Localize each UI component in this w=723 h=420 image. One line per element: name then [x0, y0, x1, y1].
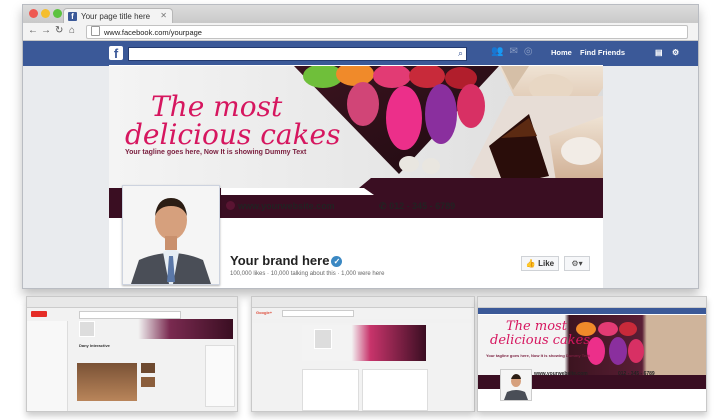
page-icon — [91, 26, 100, 36]
thumb3-website: www.yourwebsite.com — [534, 371, 588, 377]
thumb3-person-icon — [504, 374, 528, 400]
google-avatar — [314, 329, 332, 349]
close-window-button[interactable] — [29, 9, 38, 18]
tab-title: Your page title here — [81, 12, 151, 21]
profile-picture[interactable] — [122, 185, 220, 285]
address-text: www.facebook.com/yourpage — [104, 28, 202, 37]
youtube-channel-name: Dany Interactive — [79, 343, 110, 348]
brand-name[interactable]: Your brand here ✓ — [230, 253, 343, 268]
facebook-logo-icon[interactable]: f — [109, 46, 123, 61]
facebook-search-input[interactable]: ⌕ — [128, 47, 467, 61]
address-bar[interactable]: www.facebook.com/yourpage — [86, 25, 688, 39]
home-icon[interactable]: ⌂ — [69, 25, 75, 36]
google-post-box[interactable] — [302, 369, 359, 411]
cover-headline-line2: delicious cakes — [125, 118, 341, 151]
timeline-zoom-thumbnail[interactable]: The most delicious cakes Your tagline go… — [477, 296, 707, 412]
thumb3-avatar — [500, 369, 532, 401]
thumb3-tagline: Your tagline goes here, Now It is showin… — [486, 353, 590, 358]
facebook-favicon-icon: f — [68, 12, 77, 21]
brand-name-text: Your brand here — [230, 253, 330, 268]
page-options-button[interactable]: ⚙▾ — [564, 256, 590, 271]
maximize-window-button[interactable] — [53, 9, 62, 18]
thumb3-headline-line1: The most — [506, 319, 567, 334]
thumb3-phone: 012 - 345 - 6789 — [618, 371, 655, 377]
like-button[interactable]: 👍 Like — [521, 256, 559, 271]
youtube-logo-icon — [31, 311, 47, 317]
thumb3-fb-header — [478, 308, 706, 314]
google-people-box — [362, 369, 428, 411]
page-stats: 100,000 likes · 10,000 talking about thi… — [230, 271, 385, 277]
minimize-window-button[interactable] — [41, 9, 50, 18]
youtube-sidebar — [27, 321, 68, 411]
youtube-right-panel — [205, 345, 235, 407]
cover-website: www.yourwebsite.com — [226, 201, 335, 211]
thumb3-toolbar — [478, 297, 706, 308]
like-label: Like — [538, 259, 555, 268]
thumbs-up-icon: 👍 — [525, 259, 536, 268]
youtube-banner — [75, 319, 233, 339]
youtube-avatar — [79, 321, 95, 337]
youtube-preview-thumbnail[interactable]: Dany Interactive — [26, 296, 238, 412]
globe-icon — [226, 201, 235, 210]
nav-home-link[interactable]: Home — [551, 48, 572, 57]
forward-arrow-icon[interactable]: → — [41, 25, 51, 36]
notifications-globe-icon[interactable]: ◎ — [524, 46, 533, 57]
friend-requests-icon[interactable]: 👥 — [491, 46, 503, 57]
phone-icon: ✆ — [379, 201, 387, 211]
browser-window: f Your page title here ✕ ← → ↻ ⌂ www.fac… — [22, 4, 699, 289]
browser-tab[interactable]: f Your page title here ✕ — [63, 8, 173, 24]
back-arrow-icon[interactable]: ← — [28, 25, 38, 36]
youtube-search-input[interactable] — [79, 311, 181, 319]
cover-website-text: www.yourwebsite.com — [238, 201, 335, 211]
browser-toolbar: ← → ↻ ⌂ www.facebook.com/yourpage — [23, 23, 698, 41]
youtube-side-thumb-1[interactable] — [141, 363, 155, 373]
person-avatar-icon — [123, 186, 219, 284]
thumb2-toolbar — [252, 297, 474, 308]
google-search-input[interactable] — [282, 310, 354, 317]
thumb3-headline-line2: delicious cakes — [490, 333, 591, 348]
youtube-video-thumbnail[interactable] — [77, 363, 137, 401]
notification-icons: 👥 ✉ ◎ — [491, 46, 539, 57]
facebook-header: f ⌕ 👥 ✉ ◎ Home Find Friends ▤ ⚙ — [23, 41, 698, 66]
nav-find-friends-link[interactable]: Find Friends — [580, 48, 625, 57]
cover-tagline: Your tagline goes here, Now It is showin… — [125, 149, 307, 156]
thumb1-toolbar — [27, 297, 237, 308]
privacy-shortcuts-icon[interactable]: ▤ — [655, 48, 663, 57]
verified-badge-icon: ✓ — [331, 256, 343, 267]
cover-phone-text: 012 - 345 - 6789 — [389, 201, 456, 211]
reload-icon[interactable]: ↻ — [55, 25, 63, 36]
messages-icon[interactable]: ✉ — [509, 46, 517, 57]
search-icon[interactable]: ⌕ — [458, 48, 463, 59]
youtube-side-thumb-2[interactable] — [141, 377, 155, 387]
title-bar: f Your page title here ✕ — [23, 5, 698, 24]
cover-phone: ✆ 012 - 345 - 6789 — [379, 201, 455, 212]
google-plus-preview-thumbnail[interactable]: Google+ — [251, 296, 475, 412]
close-tab-icon[interactable]: ✕ — [160, 11, 167, 20]
settings-gear-icon[interactable]: ⚙ — [672, 48, 679, 57]
google-nav-strip — [252, 319, 474, 323]
google-plus-label: Google+ — [256, 310, 273, 315]
